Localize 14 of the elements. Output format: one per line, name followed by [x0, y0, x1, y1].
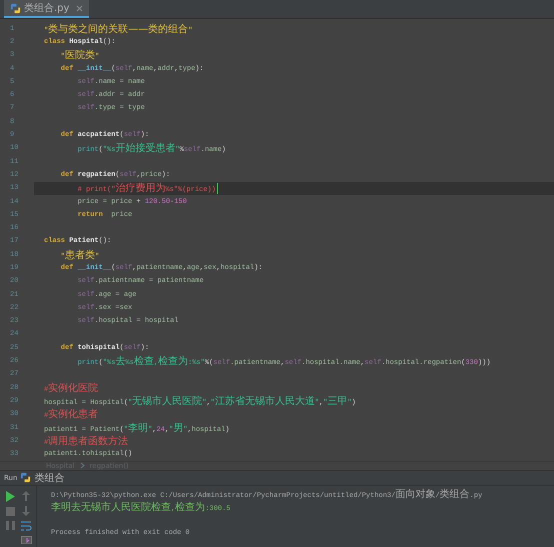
python-file-icon: [10, 2, 21, 14]
file-tab[interactable]: 类组合.py: [4, 0, 90, 18]
file-name: 类组合.py: [24, 2, 70, 15]
play-icon[interactable]: [5, 490, 15, 502]
down-arrow-icon[interactable]: [22, 506, 30, 516]
soft-wrap-icon[interactable]: [20, 520, 32, 531]
text-cursor: [216, 182, 218, 194]
chevron-icon: [80, 462, 85, 470]
up-arrow-icon[interactable]: [22, 490, 30, 501]
close-icon[interactable]: [76, 4, 84, 12]
pause-icon[interactable]: [6, 520, 14, 530]
run-config-name[interactable]: 类组合: [34, 470, 64, 485]
python-file-icon: [20, 472, 32, 484]
stop-icon[interactable]: [6, 506, 14, 516]
